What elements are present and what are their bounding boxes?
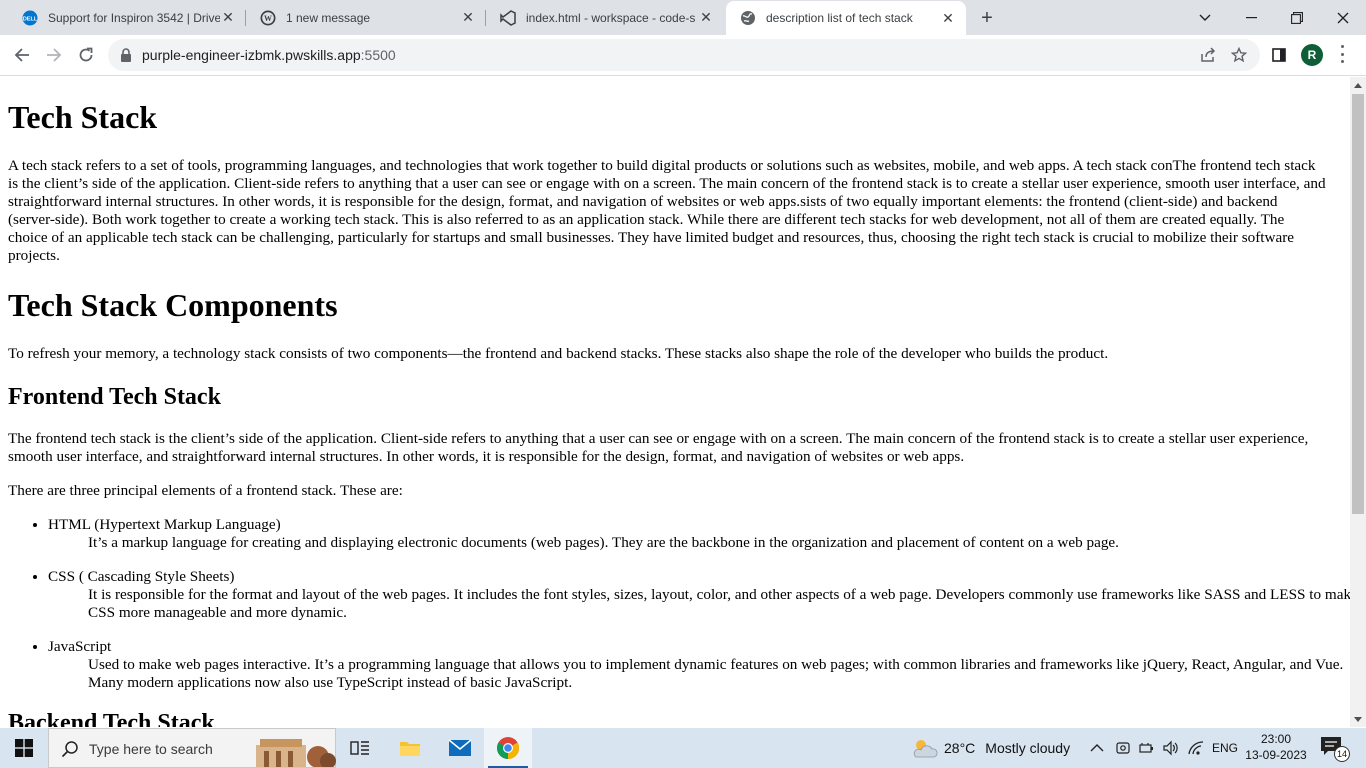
notification-count-badge: 14 [1334, 746, 1350, 762]
tray-overflow-icon[interactable] [1090, 728, 1104, 768]
element-term: HTML (Hypertext Markup Language) [48, 516, 281, 533]
side-panel-icon [1272, 48, 1286, 62]
restore-button[interactable] [1274, 0, 1320, 35]
lock-icon[interactable] [120, 48, 132, 62]
svg-text:DELL: DELL [23, 16, 38, 22]
url-text: purple-engineer-izbmk.pwskills.app:5500 [142, 47, 396, 63]
weather-cloud-sun-icon [913, 740, 938, 758]
weather-widget[interactable]: 28°C Mostly cloudy [910, 728, 1070, 768]
notification-center-button[interactable]: 14 [1320, 736, 1350, 762]
browser-toolbar: purple-engineer-izbmk.pwskills.app:5500 … [0, 35, 1366, 76]
principal-elements-paragraph: There are three principal elements of a … [8, 482, 403, 499]
forward-button[interactable] [40, 41, 68, 69]
task-view-icon [350, 741, 369, 755]
side-panel-button[interactable] [1265, 41, 1293, 69]
heading-tech-stack-components: Tech Stack Components [8, 287, 338, 323]
share-icon[interactable] [1198, 45, 1218, 65]
address-bar[interactable]: purple-engineer-izbmk.pwskills.app:5500 [108, 39, 1260, 71]
task-view-button[interactable] [336, 728, 384, 768]
tab-new-message[interactable]: W 1 new message ✕ [246, 0, 486, 35]
tab-search-icon[interactable] [1182, 0, 1228, 35]
tab-strip: DELL Support for Inspiron 3542 | Drive ✕… [0, 0, 1366, 35]
tab-title: 1 new message [286, 10, 371, 25]
browser-menu-icon[interactable] [1340, 45, 1344, 63]
clock-date: 13-09-2023 [1245, 748, 1307, 762]
scrollbar-thumb[interactable] [1352, 94, 1364, 514]
close-tab-icon[interactable]: ✕ [698, 9, 714, 26]
file-explorer-button[interactable] [386, 728, 434, 768]
tab-title: index.html - workspace - code-s [526, 10, 696, 25]
element-term: JavaScript [48, 638, 112, 655]
page-scrollbar[interactable] [1350, 77, 1366, 727]
forward-arrow-icon [47, 48, 62, 62]
back-arrow-icon [14, 48, 29, 62]
weather-condition: Mostly cloudy [985, 740, 1071, 756]
element-term: CSS ( Cascading Style Sheets) [48, 568, 235, 585]
scroll-down-arrow-icon[interactable] [1354, 717, 1362, 722]
start-button[interactable] [0, 728, 48, 768]
folder-icon [400, 742, 420, 756]
list-item: JavaScript Used to make web pages intera… [48, 638, 1350, 692]
network-icon[interactable] [1139, 728, 1155, 768]
element-description: Used to make web pages interactive. It’s… [88, 656, 1344, 691]
mail-button[interactable] [436, 728, 484, 768]
element-description: It’s a markup language for creating and … [88, 534, 1119, 551]
search-placeholder: Type here to search [89, 741, 213, 757]
close-tab-icon[interactable]: ✕ [940, 10, 956, 26]
components-paragraph: To refresh your memory, a technology sta… [8, 345, 1109, 362]
element-description: It is responsible for the format and lay… [88, 586, 1350, 621]
meet-now-icon[interactable] [1115, 728, 1131, 768]
tab-dell-support[interactable]: DELL Support for Inspiron 3542 | Drive ✕ [8, 0, 246, 35]
search-icon [61, 740, 79, 763]
weather-temperature: 28°C [944, 740, 976, 756]
url-host: purple-engineer-izbmk.pwskills.app [142, 47, 361, 63]
frontend-elements-list: HTML (Hypertext Markup Language) It’s a … [48, 516, 1350, 708]
close-window-button[interactable] [1320, 0, 1366, 35]
reload-button[interactable] [72, 41, 100, 69]
windows-logo-icon [15, 739, 33, 757]
frontend-paragraph: The frontend tech stack is the client’s … [8, 430, 1309, 465]
list-item: CSS ( Cascading Style Sheets) It is resp… [48, 568, 1350, 622]
close-tab-icon[interactable]: ✕ [220, 9, 236, 26]
language-indicator[interactable]: ENG [1212, 728, 1238, 768]
windows-taskbar: Type here to search 28°C Mostly cloudy E… [0, 728, 1366, 768]
heading-frontend-tech-stack: Frontend Tech Stack [8, 384, 221, 410]
tab-description-list[interactable]: description list of tech stack ✕ [726, 1, 966, 35]
scroll-up-arrow-icon[interactable] [1354, 83, 1362, 88]
close-tab-icon[interactable]: ✕ [460, 9, 476, 26]
back-button[interactable] [8, 41, 36, 69]
taskbar-search-box[interactable]: Type here to search [48, 728, 336, 768]
new-tab-button[interactable]: + [975, 6, 999, 30]
page-content: Tech Stack A tech stack refers to a set … [0, 77, 1350, 727]
heading-backend-tech-stack: Backend Tech Stack [8, 710, 215, 727]
list-item: HTML (Hypertext Markup Language) It’s a … [48, 516, 1350, 552]
clock-time: 23:00 [1260, 732, 1292, 746]
chrome-button[interactable] [484, 728, 532, 768]
dell-icon: DELL [22, 10, 38, 26]
tab-title: Support for Inspiron 3542 | Drive [48, 10, 220, 25]
globe-icon [740, 10, 756, 26]
profile-avatar[interactable]: R [1301, 44, 1323, 66]
tab-title: description list of tech stack [766, 11, 913, 25]
bookmark-star-icon[interactable] [1229, 45, 1249, 65]
mail-icon [448, 739, 472, 756]
vscode-icon [500, 9, 516, 26]
intro-paragraph: A tech stack refers to a set of tools, p… [8, 157, 1326, 264]
heading-tech-stack: Tech Stack [8, 99, 158, 135]
tab-code-server[interactable]: index.html - workspace - code-s ✕ [486, 0, 724, 35]
volume-icon[interactable] [1162, 728, 1180, 768]
search-highlight-illustration [254, 737, 336, 768]
wordpress-icon: W [260, 10, 276, 26]
chrome-icon [497, 737, 519, 759]
minimize-button[interactable] [1228, 0, 1274, 35]
svg-text:W: W [264, 14, 272, 23]
taskbar-clock[interactable]: 23:00 13-09-2023 [1245, 731, 1307, 763]
reload-icon [79, 47, 93, 62]
wifi-icon[interactable] [1187, 728, 1205, 768]
url-port: :5500 [360, 47, 396, 63]
